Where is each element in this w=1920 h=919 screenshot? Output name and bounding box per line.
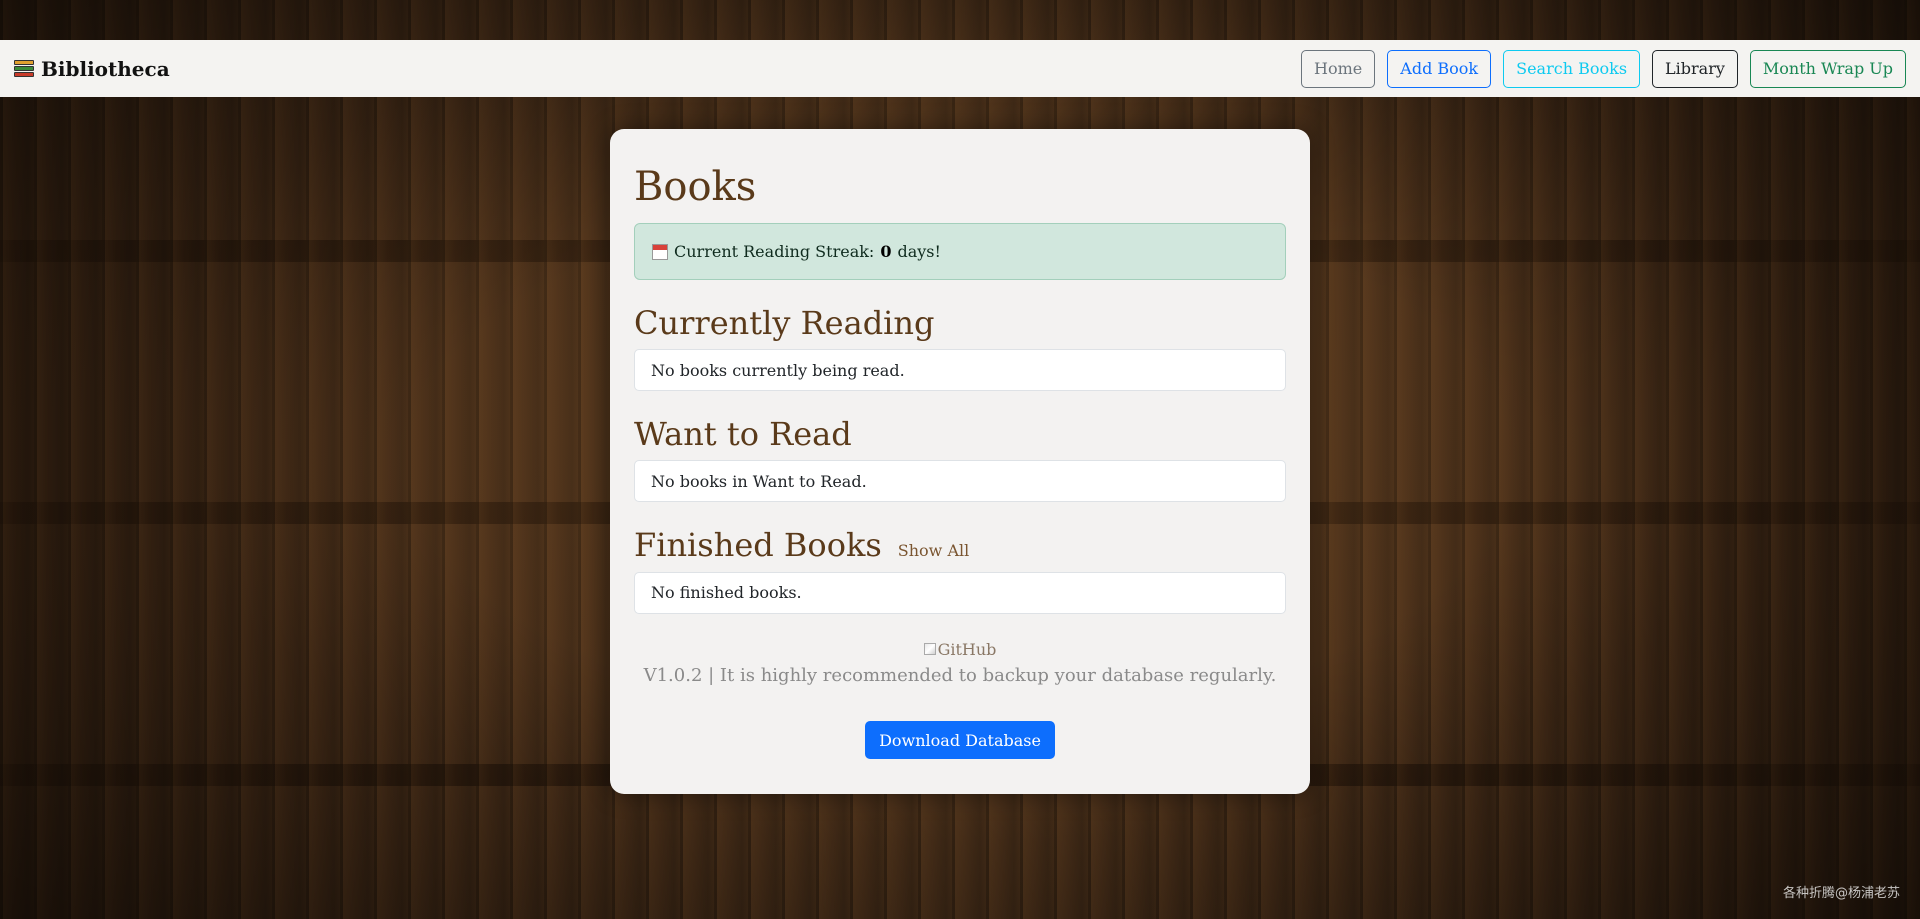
version-note: V1.0.2 | It is highly recommended to bac… bbox=[643, 665, 1277, 687]
brand-name: Bibliotheca bbox=[41, 56, 170, 81]
card-footer: GitHub V1.0.2 | It is highly recommended… bbox=[634, 640, 1286, 760]
top-navbar: Bibliotheca Home Add Book Search Books L… bbox=[0, 40, 1920, 97]
finished-books-heading: Finished Books Show All bbox=[634, 528, 1286, 563]
streak-prefix: Current Reading Streak: bbox=[674, 242, 875, 261]
want-to-read-heading: Want to Read bbox=[634, 415, 1286, 454]
download-database-button[interactable]: Download Database bbox=[865, 721, 1055, 760]
books-card: Books Current Reading Streak: 0 days! Cu… bbox=[610, 129, 1310, 794]
finished-books-heading-text: Finished Books bbox=[634, 526, 882, 565]
currently-reading-list: No books currently being read. bbox=[634, 349, 1286, 392]
nav-buttons: Home Add Book Search Books Library Month… bbox=[1301, 49, 1906, 88]
search-books-button[interactable]: Search Books bbox=[1503, 49, 1641, 88]
show-all-link[interactable]: Show All bbox=[898, 542, 969, 560]
finished-books-empty: No finished books. bbox=[651, 583, 802, 603]
streak-count: 0 bbox=[880, 242, 892, 261]
streak-suffix: days! bbox=[897, 242, 941, 261]
home-button[interactable]: Home bbox=[1301, 49, 1376, 88]
github-alt-text: GitHub bbox=[937, 639, 997, 659]
calendar-icon bbox=[652, 243, 668, 260]
want-to-read-heading-text: Want to Read bbox=[634, 415, 852, 454]
library-button[interactable]: Library bbox=[1652, 49, 1738, 88]
page-title: Books bbox=[634, 164, 757, 210]
broken-image-icon bbox=[923, 643, 936, 656]
want-to-read-empty: No books in Want to Read. bbox=[651, 471, 867, 491]
month-wrap-up-button[interactable]: Month Wrap Up bbox=[1749, 49, 1906, 88]
currently-reading-empty: No books currently being read. bbox=[651, 360, 905, 380]
want-to-read-list: No books in Want to Read. bbox=[634, 460, 1286, 503]
github-link[interactable]: GitHub bbox=[923, 639, 997, 659]
currently-reading-heading: Currently Reading bbox=[634, 304, 1286, 342]
watermark: 各种折腾@杨浦老苏 bbox=[1782, 886, 1900, 901]
books-icon bbox=[14, 59, 34, 79]
finished-books-list: No finished books. bbox=[634, 571, 1286, 614]
add-book-button[interactable]: Add Book bbox=[1387, 49, 1492, 88]
brand-link[interactable]: Bibliotheca bbox=[14, 57, 170, 81]
currently-reading-heading-text: Currently Reading bbox=[634, 304, 935, 342]
reading-streak-alert: Current Reading Streak: 0 days! bbox=[634, 223, 1286, 280]
